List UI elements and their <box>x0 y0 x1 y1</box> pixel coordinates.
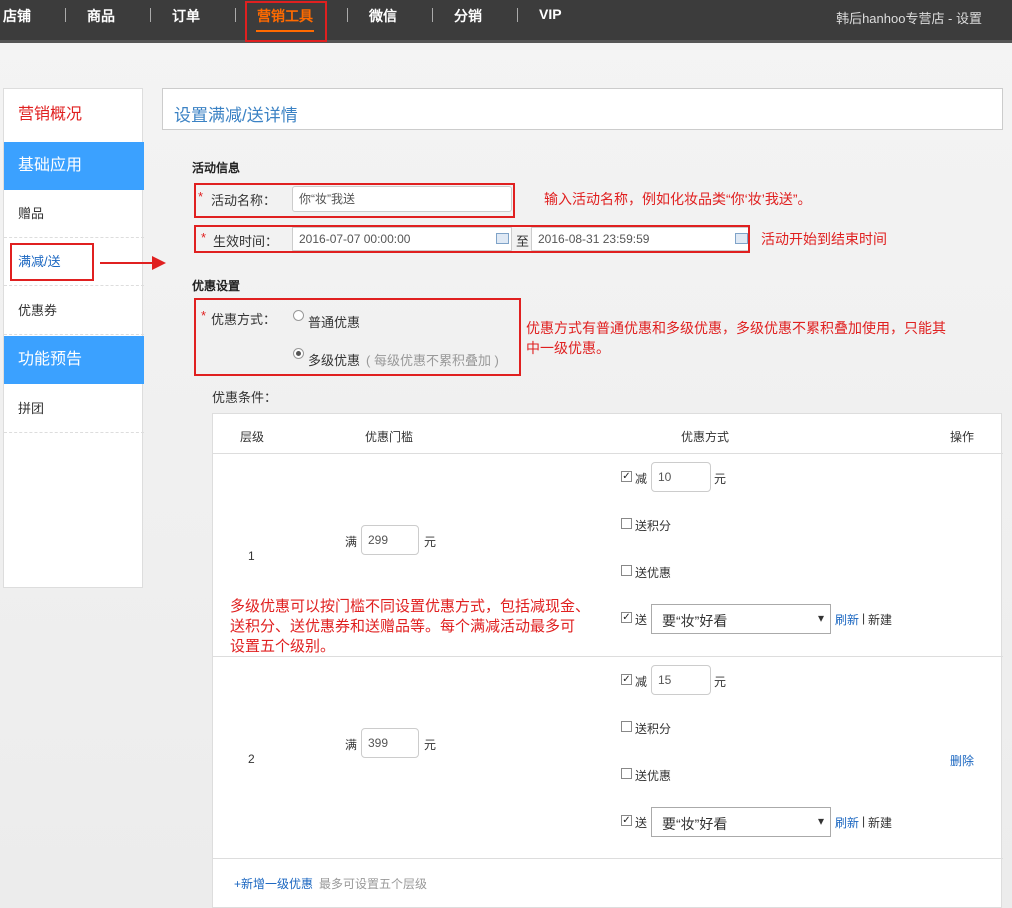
nav-separator <box>347 8 348 22</box>
add-level-note: 最多可设置五个层级 <box>319 877 428 891</box>
sidebar-item-overview[interactable]: 营销概况 <box>4 89 144 141</box>
sidebar-item-gift[interactable]: 赠品 <box>4 190 144 238</box>
row1-points-checkbox[interactable] <box>621 518 632 529</box>
top-nav-bar: 店铺 商品 订单 营销工具 微信 分销 VIP 韩后hanhoo专营店 - 设置 <box>0 0 1012 43</box>
header-action: 操作 <box>950 430 975 444</box>
annotation-name-tip: 输入活动名称，例如化妆品类“你‘妆’我送”。 <box>544 191 812 207</box>
activity-section-title: 活动信息 <box>192 161 241 175</box>
annotation-time-tip: 活动开始到结束时间 <box>761 231 887 247</box>
row2-unit: 元 <box>424 738 437 752</box>
row1-coupon-label: 送优惠 <box>635 566 672 580</box>
row2-points-checkbox[interactable] <box>621 721 632 732</box>
row1-level: 1 <box>248 549 255 563</box>
annotation-mode-tip-2: 中一级优惠。 <box>526 340 610 356</box>
nav-separator <box>432 8 433 22</box>
annotation-multi-tip-3: 设置五个级别。 <box>230 638 336 655</box>
row1-refresh-link[interactable]: 刷新 <box>835 611 859 628</box>
row1-reduce-unit: 元 <box>714 472 727 486</box>
arrow-head-icon <box>152 256 166 270</box>
row2-new-link[interactable]: 新建 <box>868 814 892 831</box>
nav-separator <box>517 8 518 22</box>
row1-threshold-input[interactable]: 299 <box>361 525 419 555</box>
header-method: 优惠方式 <box>681 430 730 444</box>
row1-gift-checkbox[interactable]: ✓ <box>621 612 632 623</box>
sidebar-item-group-buy[interactable]: 拼团 <box>4 384 144 433</box>
annotation-multi-tip-1: 多级优惠可以按门槛不同设置优惠方式，包括减现金、 <box>230 598 591 615</box>
row1-gift-select[interactable]: 要“妆”好看 <box>651 604 831 634</box>
row2-refresh-link[interactable]: 刷新 <box>835 814 859 831</box>
highlight-full-reduce-box <box>10 243 94 281</box>
row1-prefix: 满 <box>345 535 358 549</box>
divider <box>213 858 1003 859</box>
sidebar-section-preview: 功能预告 <box>4 336 144 384</box>
row1-new-link[interactable]: 新建 <box>868 611 892 628</box>
row2-reduce-unit: 元 <box>714 675 727 689</box>
row2-gift-checkbox[interactable]: ✓ <box>621 815 632 826</box>
page-title: 设置满减/送详情 <box>174 106 298 125</box>
row2-threshold-input[interactable]: 399 <box>361 728 419 758</box>
row2-gift-select[interactable]: 要“妆”好看 <box>651 807 831 837</box>
nav-orders[interactable]: 订单 <box>172 6 200 26</box>
nav-separator <box>65 8 66 22</box>
row1-points-label: 送积分 <box>635 519 672 533</box>
row2-prefix: 满 <box>345 738 358 752</box>
row2-coupon-label: 送优惠 <box>635 769 672 783</box>
highlight-time-box <box>194 225 750 253</box>
page-title-panel: 设置满减/送详情 <box>162 88 1003 130</box>
row2-link-sep: | <box>862 814 866 828</box>
arrow-line <box>100 262 156 264</box>
row2-reduce-label: 减 <box>635 675 648 689</box>
row2-reduce-checkbox[interactable]: ✓ <box>621 674 632 685</box>
nav-store[interactable]: 店铺 <box>3 6 31 26</box>
annotation-mode-tip-1: 优惠方式有普通优惠和多级优惠，多级优惠不累积叠加使用，只能其 <box>526 320 946 336</box>
condition-label: 优惠条件： <box>212 390 278 405</box>
row2-level: 2 <box>248 752 255 766</box>
row1-link-sep: | <box>862 611 866 625</box>
nav-wechat[interactable]: 微信 <box>369 6 397 26</box>
divider <box>213 453 1003 454</box>
sidebar-item-coupon[interactable]: 优惠券 <box>4 286 144 335</box>
nav-distribution[interactable]: 分销 <box>454 6 482 26</box>
header-threshold: 优惠门槛 <box>365 430 414 444</box>
sidebar: 营销概况 基础应用 赠品 满减/送 优惠券 功能预告 拼团 <box>3 88 144 588</box>
row1-gift-label: 送 <box>635 613 648 627</box>
row2-points-label: 送积分 <box>635 722 672 736</box>
sidebar-section-basic: 基础应用 <box>4 142 144 190</box>
row2-reduce-input[interactable]: 15 <box>651 665 711 695</box>
highlight-mode-box <box>194 298 521 376</box>
row1-reduce-label: 减 <box>635 472 648 486</box>
highlight-name-box <box>194 183 515 218</box>
condition-table: 层级 优惠门槛 优惠方式 操作 1 满 299 元 ✓ 减 10 元 送积分 送… <box>212 413 1003 908</box>
row1-coupon-checkbox[interactable] <box>621 565 632 576</box>
row2-delete-link[interactable]: 删除 <box>950 752 974 769</box>
header-level: 层级 <box>240 430 265 444</box>
row1-reduce-input[interactable]: 10 <box>651 462 711 492</box>
nav-separator <box>235 8 236 22</box>
nav-separator <box>150 8 151 22</box>
nav-goods[interactable]: 商品 <box>87 6 115 26</box>
store-settings-link[interactable]: 韩后hanhoo专营店 - 设置 <box>836 8 982 27</box>
discount-section-title: 优惠设置 <box>192 279 241 293</box>
row1-unit: 元 <box>424 535 437 549</box>
annotation-multi-tip-2: 送积分、送优惠券和送赠品等。每个满减活动最多可 <box>230 618 576 635</box>
row1-reduce-checkbox[interactable]: ✓ <box>621 471 632 482</box>
highlight-marketing-box <box>245 1 327 42</box>
row2-gift-label: 送 <box>635 816 648 830</box>
add-level-link[interactable]: +新增一级优惠 <box>234 875 313 892</box>
nav-vip[interactable]: VIP <box>539 6 562 22</box>
row2-coupon-checkbox[interactable] <box>621 768 632 779</box>
